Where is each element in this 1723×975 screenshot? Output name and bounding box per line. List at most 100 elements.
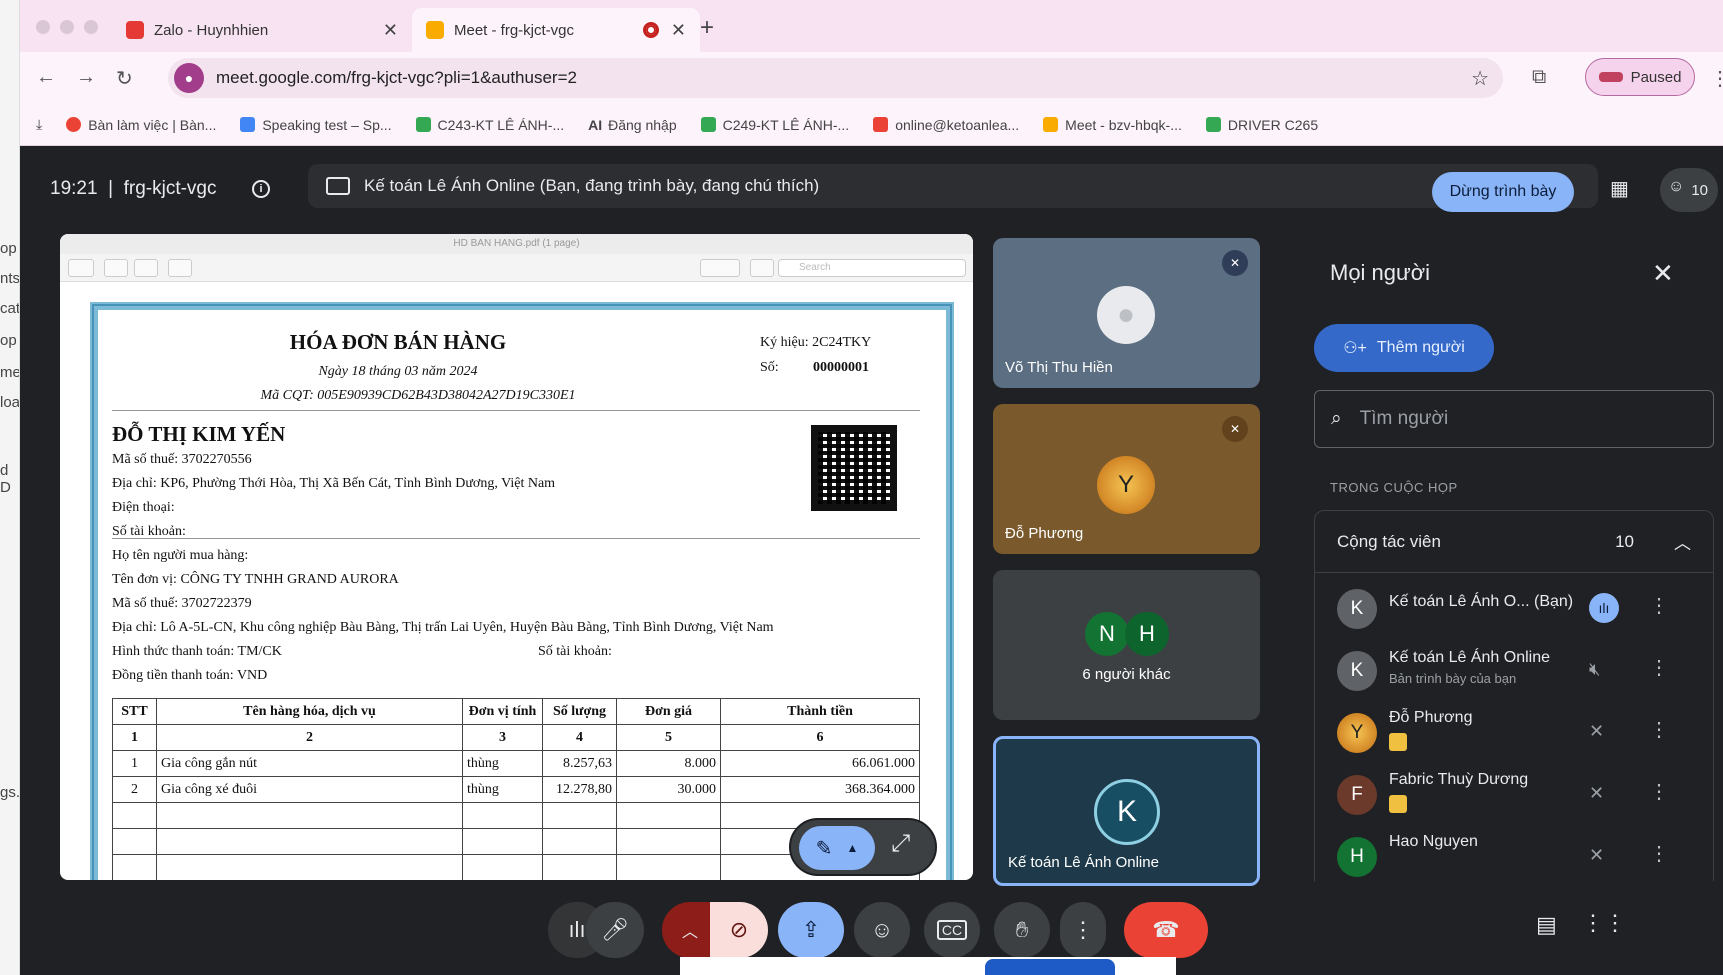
divider <box>112 538 920 539</box>
participant-name: Kế toán Lê Ánh Online <box>1008 854 1159 871</box>
tab-zalo[interactable]: Zalo - Huynhhien ✕ <box>112 8 412 52</box>
more-options-icon[interactable]: ⋮ <box>1649 655 1669 680</box>
close-tab-icon[interactable]: ✕ <box>383 20 398 41</box>
viewer-search[interactable]: Search <box>778 259 966 277</box>
strip-text: d D <box>0 462 11 496</box>
table-cell: thùng <box>462 776 543 803</box>
others-tile[interactable]: N H 6 người khác <box>993 570 1260 720</box>
column-header: Thành tiền <box>720 698 920 725</box>
participant-tile[interactable]: Y ✕ Đỗ Phương <box>993 404 1260 554</box>
avatar: N <box>1085 612 1129 656</box>
forward-icon[interactable]: → <box>76 66 96 89</box>
bookmark-item[interactable]: AI Đăng nhập <box>588 117 677 133</box>
drive-icon <box>700 117 716 132</box>
mic-off-icon: ✕ <box>1589 845 1605 865</box>
participant-tile[interactable]: ● ✕ Võ Thị Thu Hiền <box>993 238 1260 388</box>
presenting-banner: Kế toán Lê Ánh Online (Bạn, đang trình b… <box>308 164 1598 208</box>
participant-row[interactable]: F Fabric Thuỳ Dương ✕ ⋮ <box>1315 763 1715 829</box>
markup-icon[interactable] <box>700 259 740 277</box>
bookmark-item[interactable]: Meet - bzv-hbqk-... <box>1043 117 1182 133</box>
back-icon[interactable]: ← <box>36 66 56 89</box>
mic-off-icon: ✕ <box>1589 721 1605 741</box>
annotate-pen-button[interactable]: ✎ ▲ <box>799 826 875 870</box>
zoom-out-icon[interactable] <box>104 259 128 277</box>
table-cell: 8.257,63 <box>542 750 617 777</box>
activities-icon[interactable]: ⋮⋮ <box>1582 910 1626 936</box>
more-options-icon[interactable]: ⋮ <box>1649 717 1669 742</box>
more-options-icon[interactable]: ⋮ <box>1649 593 1669 618</box>
share-icon[interactable] <box>168 259 192 277</box>
tab-title: Meet - frg-kjct-vgc <box>454 21 575 39</box>
present-screen-icon: ⇪ <box>801 917 821 942</box>
address-bar[interactable]: ● meet.google.com/frg-kjct-vgc?pli=1&aut… <box>168 58 1503 98</box>
meeting-info-icon[interactable]: i <box>252 180 270 198</box>
zoom-in-icon[interactable] <box>134 259 158 277</box>
bookmark-item[interactable]: online@ketoanlea... <box>873 117 1019 133</box>
self-tile[interactable]: K Kế toán Lê Ánh Online <box>993 736 1260 886</box>
more-options-icon[interactable]: ⋮ <box>1649 841 1669 866</box>
rotate-icon[interactable] <box>750 259 774 277</box>
close-window-button[interactable] <box>36 20 50 34</box>
bookmark-label: C243-KT LÊ ÁNH-... <box>437 116 565 133</box>
new-tab-button[interactable]: + <box>700 14 714 42</box>
participant-name: Võ Thị Thu Hiền <box>1005 359 1113 376</box>
bookmark-item[interactable]: C249-KT LÊ ÁNH-... <box>700 117 849 133</box>
add-people-button[interactable]: ⚇+ Thêm người <box>1314 324 1494 372</box>
viewer-toolbar: Search <box>60 254 973 282</box>
bookmark-item[interactable]: Bàn làm việc | Bàn... <box>66 117 216 133</box>
search-placeholder: Tìm người <box>1359 408 1449 429</box>
layout-off-icon[interactable]: ▦ <box>1610 176 1629 201</box>
maximize-window-button[interactable] <box>84 20 98 34</box>
bookmark-label: online@ketoanlea... <box>895 116 1020 133</box>
participant-row[interactable]: H Hao Nguyen ✕ ⋮ <box>1315 825 1715 882</box>
participant-name: Đỗ Phương <box>1389 709 1473 726</box>
extensions-icon[interactable]: ⧉ <box>1532 66 1546 89</box>
participants-button[interactable]: ☺ 10 <box>1660 168 1718 212</box>
avatar: K <box>1094 779 1160 845</box>
participant-row[interactable]: K Kế toán Lê Ánh Online Bản trình bày củ… <box>1315 639 1715 705</box>
download-icon[interactable]: ⤓ <box>36 116 42 133</box>
table-row: 1 Gia công gắn nút thùng 8.257,63 8.000 … <box>112 750 920 777</box>
reactions-button[interactable]: ☺ <box>854 902 910 958</box>
leave-call-button[interactable]: ☎︎ <box>1124 902 1208 958</box>
group-header[interactable]: Cộng tác viên 10 ︿ <box>1315 511 1713 573</box>
captions-button[interactable]: CC <box>924 902 980 958</box>
tab-meet[interactable]: Meet - frg-kjct-vgc ✕ <box>412 8 700 52</box>
browser-menu-icon[interactable]: ⋮ <box>1710 66 1723 91</box>
add-person-icon: ⚇+ <box>1343 340 1367 357</box>
close-icon[interactable]: ✕ <box>1652 258 1674 289</box>
search-people-input[interactable]: ⌕ Tìm người <box>1314 390 1714 448</box>
close-tab-icon[interactable]: ✕ <box>671 20 686 41</box>
table-cell: 6 <box>720 724 920 751</box>
sidebar-icon[interactable] <box>68 259 94 277</box>
participant-row[interactable]: K Kế toán Lê Ánh O... (Bạn) ılı ⋮ <box>1315 577 1715 643</box>
raise-hand-button[interactable]: ✋︎ <box>994 902 1050 958</box>
more-options-icon[interactable]: ⋮ <box>1649 779 1669 804</box>
expand-icon[interactable]: ⤢ <box>891 830 910 858</box>
bookmark-item[interactable]: Speaking test – Sp... <box>240 117 392 133</box>
camera-off-icon: ⊘ <box>729 917 749 942</box>
invoice-symbol: Ký hiệu: 2C24TKY <box>760 335 872 350</box>
profile-paused-button[interactable]: Paused <box>1585 58 1695 96</box>
pen-icon: ✎ <box>815 837 833 860</box>
chat-icon[interactable]: ▤ <box>1536 912 1557 938</box>
more-options-button[interactable]: ⋮ <box>1060 902 1106 958</box>
table-cell: 66.061.000 <box>720 750 920 777</box>
bookmark-item[interactable]: DRIVER C265 <box>1205 117 1318 133</box>
currency: Đồng tiền thanh toán: VND <box>112 668 268 683</box>
microphone-button[interactable]: 🎤︎ <box>586 902 644 958</box>
stop-presenting-button[interactable]: Dừng trình bày <box>1432 172 1574 212</box>
bookmark-star-icon[interactable]: ☆ <box>1471 66 1489 91</box>
seller-address: Địa chỉ: KP6, Phường Thới Hòa, Thị Xã Bế… <box>112 476 556 491</box>
participant-row[interactable]: Y Đỗ Phương ✕ ⋮ <box>1315 701 1715 767</box>
camera-off-button[interactable]: ⊘ <box>710 902 768 958</box>
reload-icon[interactable]: ↻ <box>116 66 133 91</box>
table-cell: 12.278,80 <box>542 776 617 803</box>
present-button[interactable]: ⇪ <box>778 902 844 958</box>
presenting-text: Kế toán Lê Ánh Online (Bạn, đang trình b… <box>364 176 820 195</box>
divider <box>112 410 920 411</box>
microphone-in-use-icon[interactable]: ● <box>174 63 204 93</box>
table-header-row: STT Tên hàng hóa, dịch vụ Đơn vị tính Số… <box>112 698 920 725</box>
minimize-window-button[interactable] <box>60 20 74 34</box>
bookmark-item[interactable]: C243-KT LÊ ÁNH-... <box>415 116 565 133</box>
